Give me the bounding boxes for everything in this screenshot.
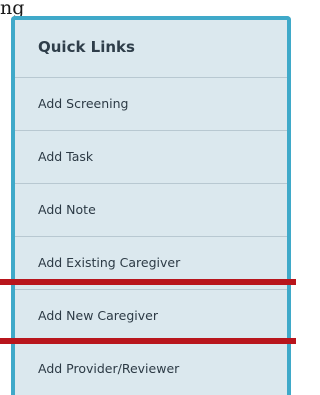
add-task-link[interactable]: Add Task	[15, 131, 287, 184]
quick-links-title: Quick Links	[15, 20, 287, 78]
add-provider-reviewer-link[interactable]: Add Provider/Reviewer	[15, 343, 287, 395]
add-note-link[interactable]: Add Note	[15, 184, 287, 237]
add-screening-link[interactable]: Add Screening	[15, 78, 287, 131]
highlight-bottom-line	[0, 338, 296, 344]
add-new-caregiver-link[interactable]: Add New Caregiver	[15, 290, 287, 343]
highlight-top-line	[0, 279, 296, 285]
